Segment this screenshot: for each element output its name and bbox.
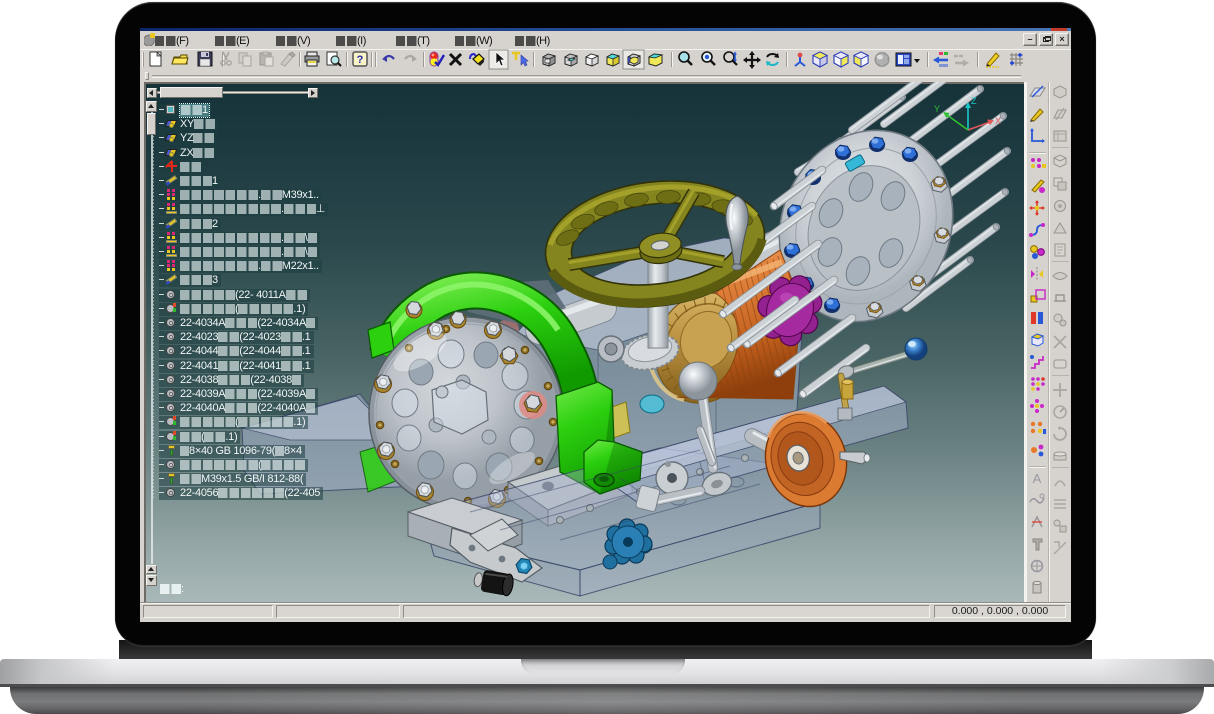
svg-text:X: X xyxy=(995,116,1001,126)
svg-text:A: A xyxy=(1033,471,1042,486)
svg-text:Y: Y xyxy=(934,104,940,114)
svg-text:Z: Z xyxy=(971,96,977,106)
svg-text:?: ? xyxy=(357,54,364,66)
